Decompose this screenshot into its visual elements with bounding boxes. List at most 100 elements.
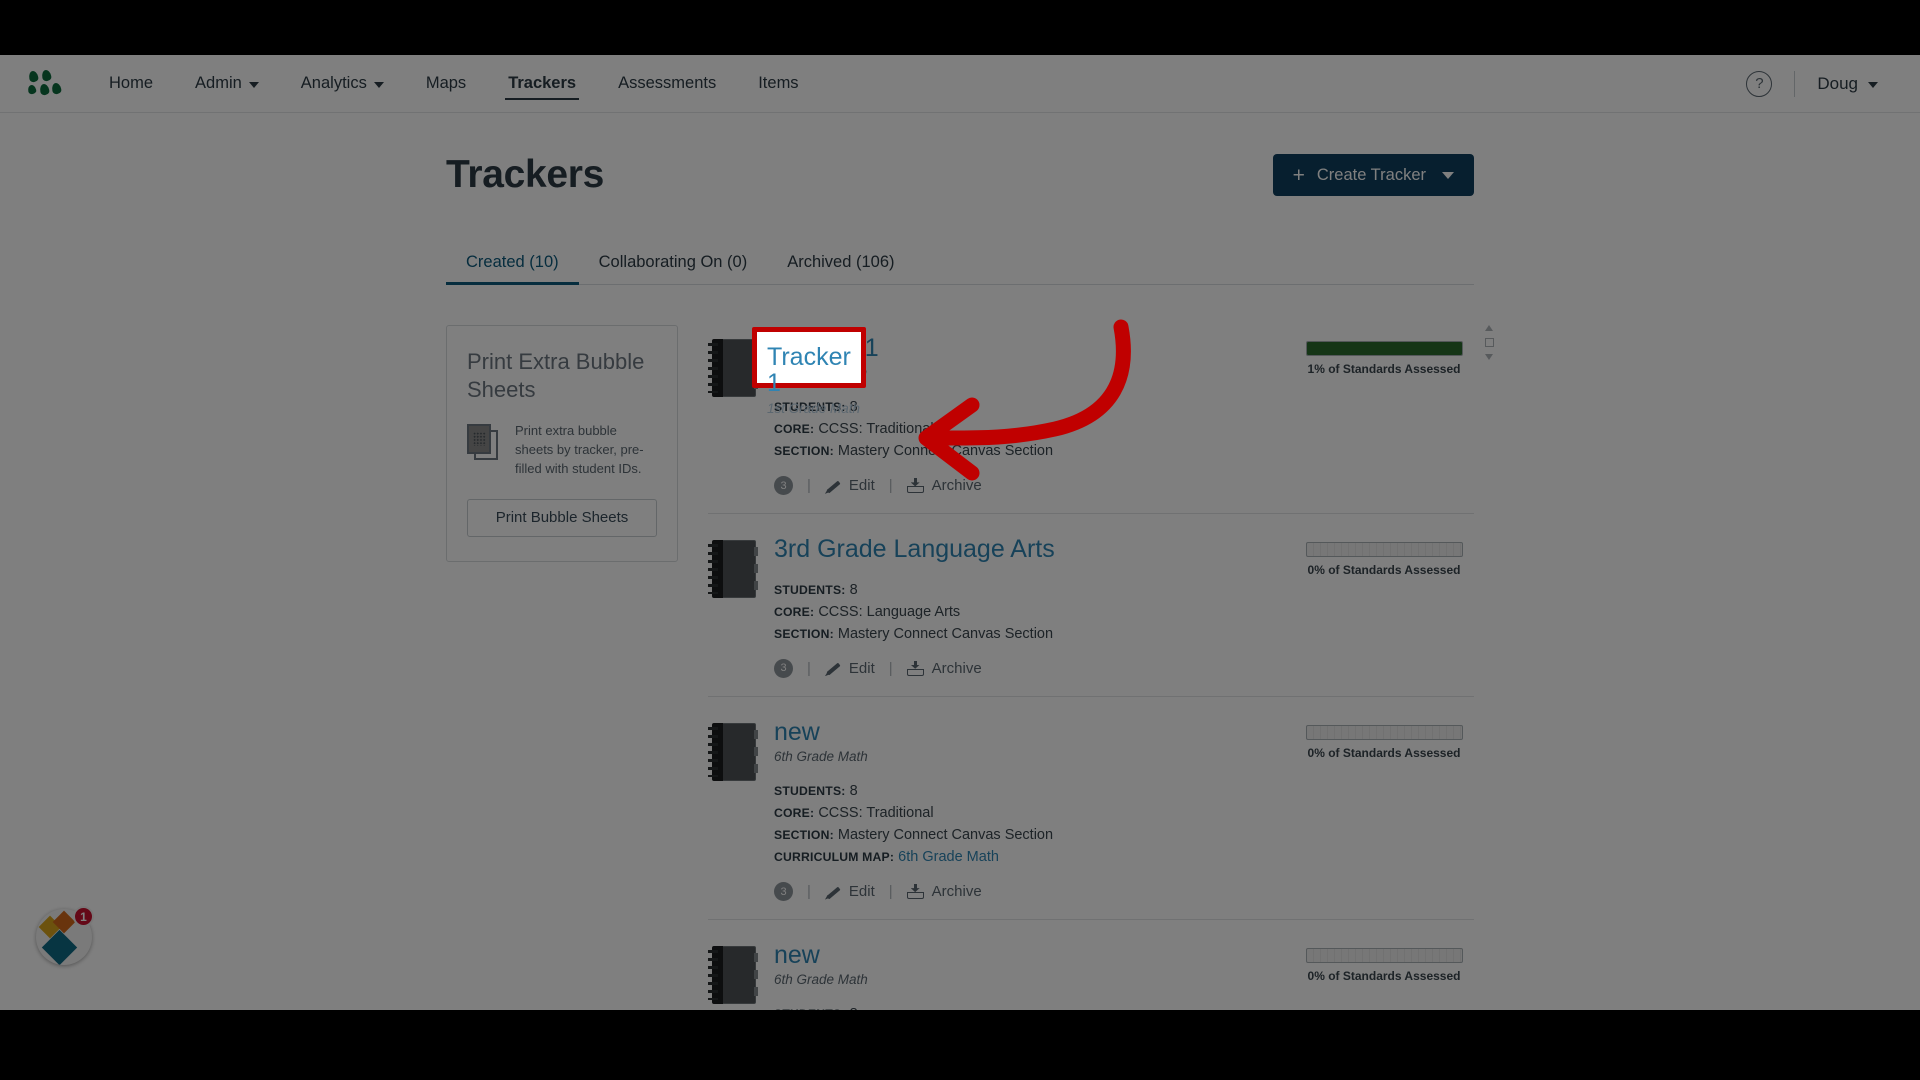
meta-label-core: CORE: [774, 805, 815, 820]
standards-progress-bar [1305, 948, 1463, 964]
tracker-meta: STUDENTS: 8 CORE: CCSS: Traditional SECT… [774, 780, 1294, 868]
scroll-down-icon[interactable] [1485, 354, 1493, 360]
meta-value-section: Mastery Connect Canvas Section [837, 827, 1054, 843]
help-icon[interactable]: ? [1746, 70, 1773, 97]
chevron-down-icon [373, 81, 384, 88]
list-scroll-controls[interactable] [1482, 325, 1496, 360]
tracker-info: new 6th Grade Math STUDENTS: 8 CORE: CCS… [756, 718, 1294, 902]
meta-students: STUDENTS: 8 [774, 1003, 1294, 1010]
pencil-icon [825, 884, 841, 900]
action-separator: | [888, 477, 893, 495]
collaborators-badge[interactable]: 3 [774, 476, 793, 496]
tracker-name-link[interactable]: new [774, 942, 820, 969]
pencil-icon [825, 478, 841, 494]
meta-value-students: 8 [849, 581, 858, 598]
tab-created[interactable]: Created (10) [446, 245, 579, 285]
help-beacon-widget[interactable]: 1 [36, 906, 94, 965]
nav-item-home[interactable]: Home [88, 55, 174, 112]
edit-label: Edit [848, 883, 875, 901]
tracker-subtitle: 6th Grade Math [774, 972, 868, 988]
nav-item-maps[interactable]: Maps [405, 55, 487, 112]
curriculum-map-link[interactable]: 6th Grade Math [898, 849, 999, 865]
standards-progress-label: 0% of Standards Assessed [1307, 745, 1461, 760]
meta-label-core: CORE: [774, 422, 815, 437]
edit-label: Edit [848, 659, 875, 677]
meta-students: STUDENTS: 8 [774, 780, 1294, 802]
chevron-down-icon [1442, 171, 1454, 179]
primary-nav-items: Home Admin Analytics Maps Trackers Asses… [88, 55, 820, 112]
tab-collaborating-on[interactable]: Collaborating On (0) [579, 245, 768, 284]
meta-core: CORE: CCSS: Traditional [774, 802, 1294, 824]
collaborators-badge[interactable]: 3 [774, 658, 793, 678]
archive-icon [906, 478, 924, 494]
mastery-connect-logo-icon[interactable] [27, 68, 63, 99]
print-bubble-sheets-button[interactable]: Print Bubble Sheets [467, 498, 657, 537]
meta-students: STUDENTS: 8 [774, 579, 1294, 601]
meta-section: SECTION: Mastery Connect Canvas Section [774, 824, 1294, 846]
tab-created-label: Created (10) [466, 253, 559, 271]
edit-action[interactable]: Edit [825, 477, 875, 494]
nav-item-items[interactable]: Items [737, 55, 819, 112]
meta-value-section: Mastery Connect Canvas Section [837, 443, 1054, 460]
meta-label-core: CORE: [774, 604, 815, 619]
browser-viewport: Home Admin Analytics Maps Trackers Asses… [0, 55, 1920, 1010]
nav-item-analytics[interactable]: Analytics [280, 55, 405, 112]
tracker-notebook-icon [708, 540, 758, 599]
help-glyph: ? [1755, 75, 1764, 92]
standards-progress-label: 1% of Standards Assessed [1307, 362, 1461, 376]
tracker-name-link[interactable]: new [774, 718, 820, 745]
bubble-sheet-icon [467, 424, 501, 462]
create-tracker-button[interactable]: + Create Tracker [1272, 154, 1474, 196]
edit-label: Edit [848, 477, 875, 495]
archive-action[interactable]: Archive [906, 660, 982, 677]
meta-label-section: SECTION: [774, 626, 834, 641]
meta-students: STUDENTS: 8 [774, 396, 1294, 418]
nav-right-cluster: ? Doug [1746, 70, 1892, 97]
meta-value-core: CCSS: Language Arts [818, 603, 961, 620]
notification-count-badge: 1 [73, 906, 94, 927]
archive-icon [906, 884, 924, 900]
meta-label-students: STUDENTS: [774, 1007, 846, 1010]
screenshot-stage: Home Admin Analytics Maps Trackers Asses… [0, 0, 1920, 1080]
tracker-row: new 6th Grade Math STUDENTS: 8 CORE: CCS… [708, 697, 1474, 921]
collaborators-badge[interactable]: 3 [774, 882, 793, 902]
promo-body: Print extra bubble sheets by tracker, pr… [467, 422, 657, 479]
standards-progress-bar [1305, 341, 1463, 356]
page-header-row: Trackers + Create Tracker [446, 153, 1474, 197]
meta-curriculum-map: CURRICULUM MAP: 6th Grade Math [774, 846, 1294, 868]
tracker-name-link[interactable]: Tracker 1 [774, 335, 879, 362]
tracker-name-link[interactable]: 3rd Grade Language Arts [774, 536, 1055, 563]
meta-label-students: STUDENTS: [774, 582, 846, 597]
edit-action[interactable]: Edit [825, 660, 875, 677]
action-separator: | [807, 659, 811, 677]
user-menu-button[interactable]: Doug [1817, 74, 1878, 94]
meta-core: CORE: CCSS: Language Arts [774, 601, 1294, 623]
action-separator: | [807, 883, 811, 901]
tracker-notebook-icon [708, 946, 758, 1005]
meta-label-students: STUDENTS: [774, 783, 846, 798]
nav-label-items: Items [758, 74, 799, 92]
archive-action[interactable]: Archive [906, 477, 982, 494]
tracker-info: Tracker 1 1st Grade Math STUDENTS: 8 COR… [756, 335, 1294, 496]
sidebar-column: Print Extra Bubble Sheets Print extra bu… [446, 285, 678, 1010]
nav-label-home: Home [109, 74, 154, 92]
nav-item-trackers[interactable]: Trackers [487, 55, 597, 112]
scroll-up-icon[interactable] [1485, 325, 1493, 331]
archive-action[interactable]: Archive [906, 883, 982, 900]
action-separator: | [807, 477, 811, 495]
scroll-thumb-icon[interactable] [1484, 338, 1494, 347]
nav-item-admin[interactable]: Admin [174, 55, 280, 112]
tracker-actions: 3 | Edit | Archive [774, 476, 1294, 496]
tracker-notebook-icon [708, 339, 758, 397]
tab-archived-label: Archived (106) [787, 253, 895, 271]
page-body: Trackers + Create Tracker Created (10) C… [0, 113, 1920, 1010]
nav-item-assessments[interactable]: Assessments [597, 55, 737, 112]
nav-divider [1794, 70, 1796, 97]
tracker-row: Tracker 1 1st Grade Math STUDENTS: 8 COR… [708, 313, 1494, 515]
tracker-actions: 3 | Edit | Archive [774, 658, 1294, 678]
chevron-down-icon [1868, 81, 1878, 88]
tab-archived[interactable]: Archived (106) [767, 245, 914, 284]
edit-action[interactable]: Edit [825, 883, 875, 900]
chevron-down-icon [248, 81, 259, 88]
tracker-progress: 0% of Standards Assessed [1294, 536, 1474, 677]
